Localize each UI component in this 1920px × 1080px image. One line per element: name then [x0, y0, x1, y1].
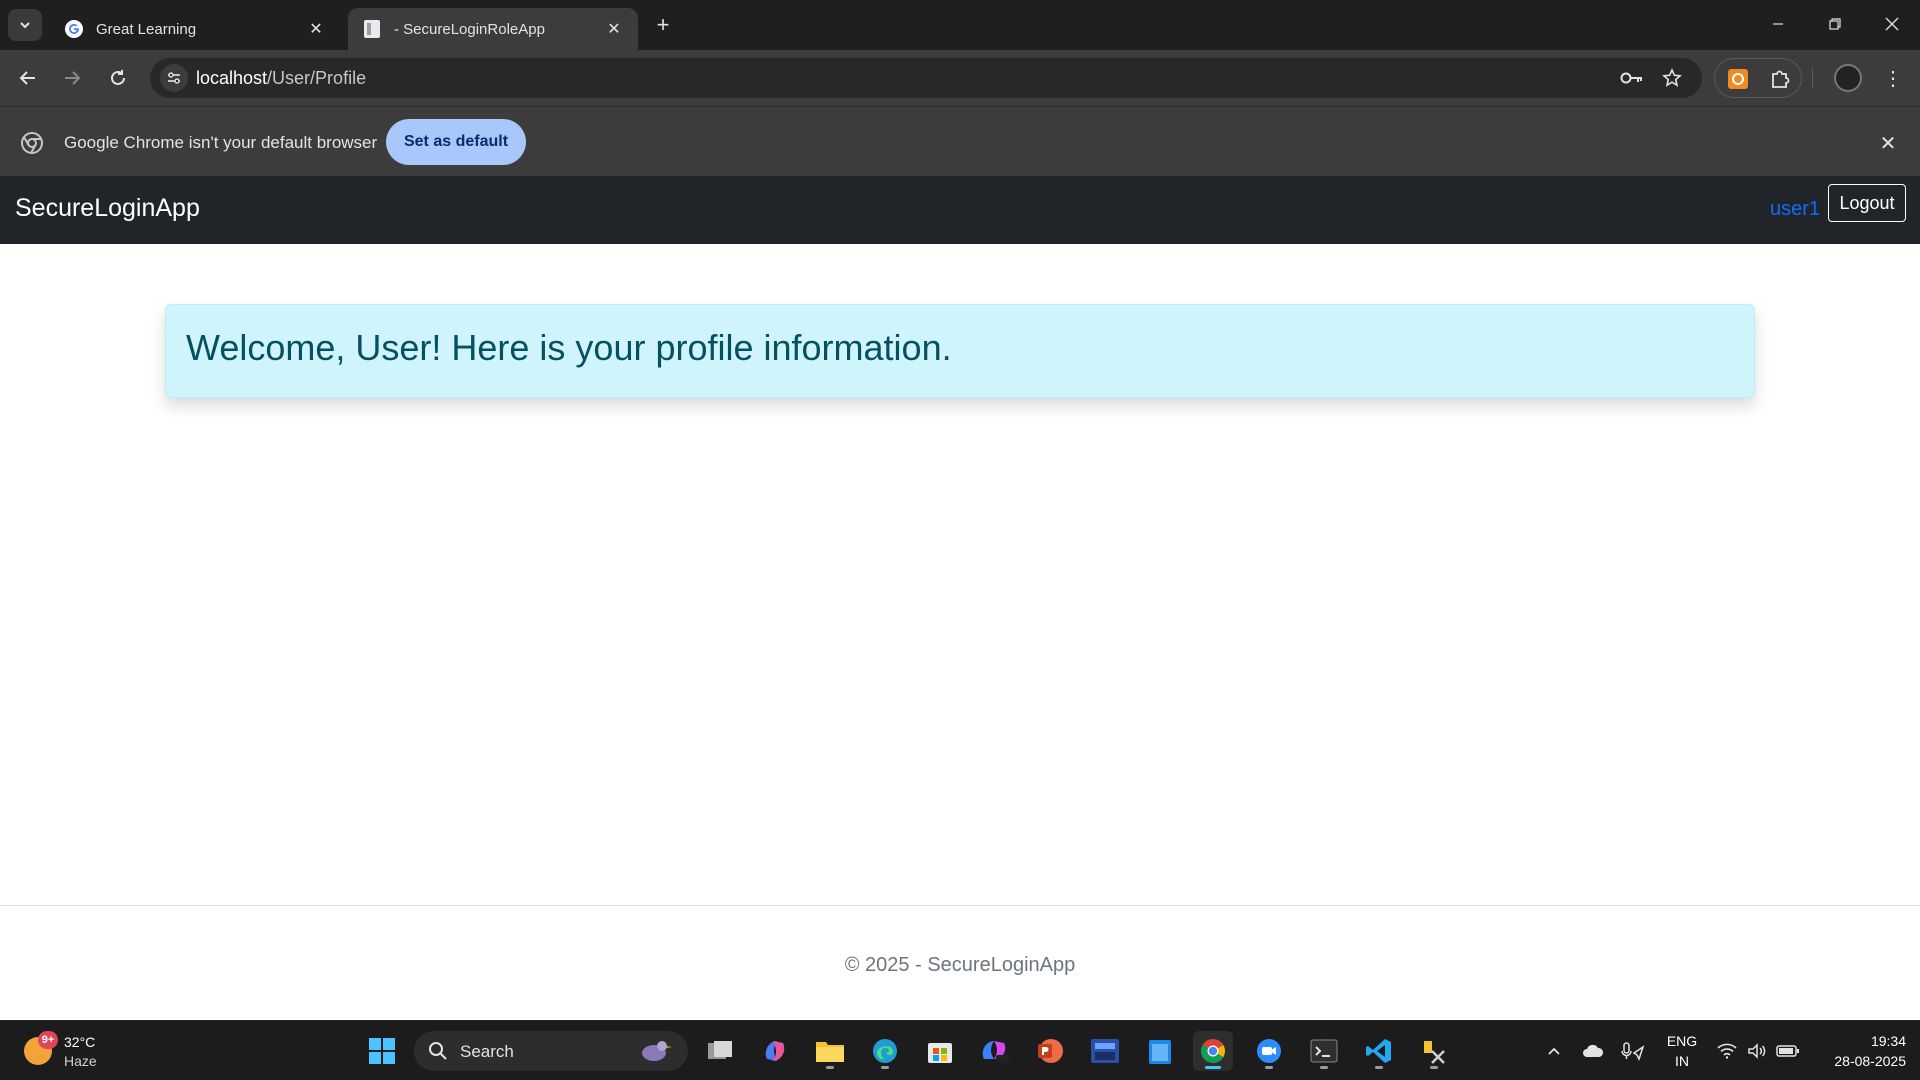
profile-avatar[interactable]	[1834, 64, 1862, 92]
reload-icon[interactable]	[102, 62, 134, 94]
region-code: IN	[1675, 1053, 1689, 1069]
close-icon[interactable]: ✕	[1876, 131, 1900, 155]
app-navbar: SecureLoginApp user1 Logout	[0, 176, 1920, 244]
url-path: /User/Profile	[267, 68, 367, 88]
running-indicator	[1205, 1066, 1221, 1069]
microsoft-365-icon[interactable]	[975, 1031, 1015, 1071]
zoom-icon[interactable]	[1249, 1031, 1289, 1071]
close-window-icon[interactable]	[1863, 0, 1920, 48]
language-indicator[interactable]: ENG IN	[1662, 1031, 1702, 1071]
toolbar-separator	[1812, 68, 1813, 88]
extension-orange-icon[interactable]	[1725, 66, 1751, 92]
weather-widget[interactable]: 9+ 32°C Haze	[20, 1031, 120, 1071]
default-browser-infobar: Google Chrome isn't your default browser…	[0, 106, 1920, 176]
tab-title: Great Learning	[96, 20, 197, 38]
close-tab-icon[interactable]: ✕	[306, 19, 326, 39]
system-clock[interactable]: 19:34 28-08-2025	[1810, 1031, 1906, 1071]
extensions-puzzle-icon[interactable]	[1767, 66, 1793, 92]
onedrive-cloud-icon[interactable]	[1578, 1021, 1608, 1080]
clock-date: 28-08-2025	[1834, 1053, 1906, 1069]
site-info-icon[interactable]	[160, 64, 188, 92]
brand-link[interactable]: SecureLoginApp	[15, 194, 200, 223]
clock-time: 19:34	[1870, 1033, 1906, 1049]
tools-icon[interactable]	[1414, 1031, 1454, 1071]
notepad-icon[interactable]	[1140, 1031, 1180, 1071]
logout-button[interactable]: Logout	[1828, 184, 1906, 222]
running-indicator	[1375, 1066, 1383, 1069]
tab-great-learning[interactable]: Great Learning ✕	[50, 8, 340, 50]
address-bar[interactable]: localhost/User/Profile	[150, 58, 1702, 98]
terminal-icon[interactable]	[1304, 1031, 1344, 1071]
search-label: Search	[460, 1042, 514, 1061]
file-explorer-icon[interactable]	[810, 1031, 850, 1071]
tab-search-button[interactable]	[8, 9, 42, 41]
tab-secure-login-role-app[interactable]: - SecureLoginRoleApp ✕	[348, 8, 638, 50]
page-icon	[362, 19, 382, 39]
tab-strip: Great Learning ✕ - SecureLoginRoleApp ✕ …	[0, 0, 1920, 50]
footer-copyright: © 2025 - SecureLoginApp	[844, 954, 1076, 976]
extensions-group	[1714, 58, 1802, 98]
notification-badge: 9+	[38, 1031, 58, 1049]
set-as-default-button[interactable]: Set as default	[386, 119, 526, 165]
running-indicator	[881, 1066, 889, 1069]
taskbar-search[interactable]: Search	[414, 1031, 688, 1071]
microphone-location-icon[interactable]	[1618, 1021, 1648, 1080]
search-highlight-bird-icon	[642, 1041, 672, 1061]
more-menu-icon[interactable]: ⋮	[1878, 62, 1908, 94]
restore-icon[interactable]	[1806, 0, 1863, 48]
language-code: ENG	[1666, 1033, 1698, 1049]
temperature: 32°C	[64, 1034, 96, 1050]
show-hidden-icons-chevron-icon[interactable]	[1540, 1021, 1568, 1080]
weather-condition: Haze	[64, 1053, 97, 1069]
close-tab-icon[interactable]: ✕	[604, 19, 624, 39]
google-icon	[64, 19, 84, 39]
battery-icon[interactable]	[1774, 1021, 1802, 1080]
infobar-message: Google Chrome isn't your default browser	[64, 133, 378, 152]
vscode-icon[interactable]	[1359, 1031, 1399, 1071]
search-icon	[429, 1042, 447, 1060]
password-key-icon[interactable]	[1618, 66, 1646, 90]
running-indicator	[1265, 1066, 1273, 1069]
welcome-alert: Welcome, User! Here is your profile info…	[165, 304, 1755, 398]
url-host: localhost	[196, 68, 268, 88]
powerpoint-icon[interactable]	[1030, 1031, 1070, 1071]
windows-taskbar: 9+ 32°C Haze Search ENG IN 19:34 28-08-2…	[0, 1020, 1920, 1080]
volume-icon[interactable]	[1744, 1021, 1770, 1080]
url-text: localhost/User/Profile	[196, 68, 366, 89]
minimize-icon[interactable]	[1749, 0, 1806, 48]
edge-icon[interactable]	[865, 1031, 905, 1071]
username-link[interactable]: user1	[1770, 198, 1820, 221]
microsoft-store-icon[interactable]	[920, 1031, 960, 1071]
browser-toolbar: localhost/User/Profile ⋮	[0, 50, 1920, 106]
bookmark-star-icon[interactable]	[1658, 66, 1686, 90]
running-indicator	[826, 1066, 834, 1069]
forward-arrow-icon[interactable]	[56, 62, 88, 94]
task-view-icon[interactable]	[700, 1031, 740, 1071]
wifi-icon[interactable]	[1714, 1021, 1740, 1080]
back-arrow-icon[interactable]	[12, 62, 44, 94]
running-indicator	[1320, 1066, 1328, 1069]
tab-title: - SecureLoginRoleApp	[394, 20, 545, 38]
new-tab-plus-icon[interactable]: +	[650, 12, 676, 38]
chrome-logo-icon	[20, 131, 44, 155]
chrome-icon[interactable]	[1193, 1031, 1233, 1071]
welcome-heading: Welcome, User! Here is your profile info…	[186, 327, 952, 368]
copilot-icon[interactable]	[755, 1031, 795, 1071]
dev-home-icon[interactable]	[1085, 1031, 1125, 1071]
start-windows-icon[interactable]	[362, 1031, 402, 1071]
running-indicator	[1430, 1066, 1438, 1069]
chevron-down-icon	[20, 22, 30, 29]
page-footer: © 2025 - SecureLoginApp	[0, 905, 1920, 1020]
